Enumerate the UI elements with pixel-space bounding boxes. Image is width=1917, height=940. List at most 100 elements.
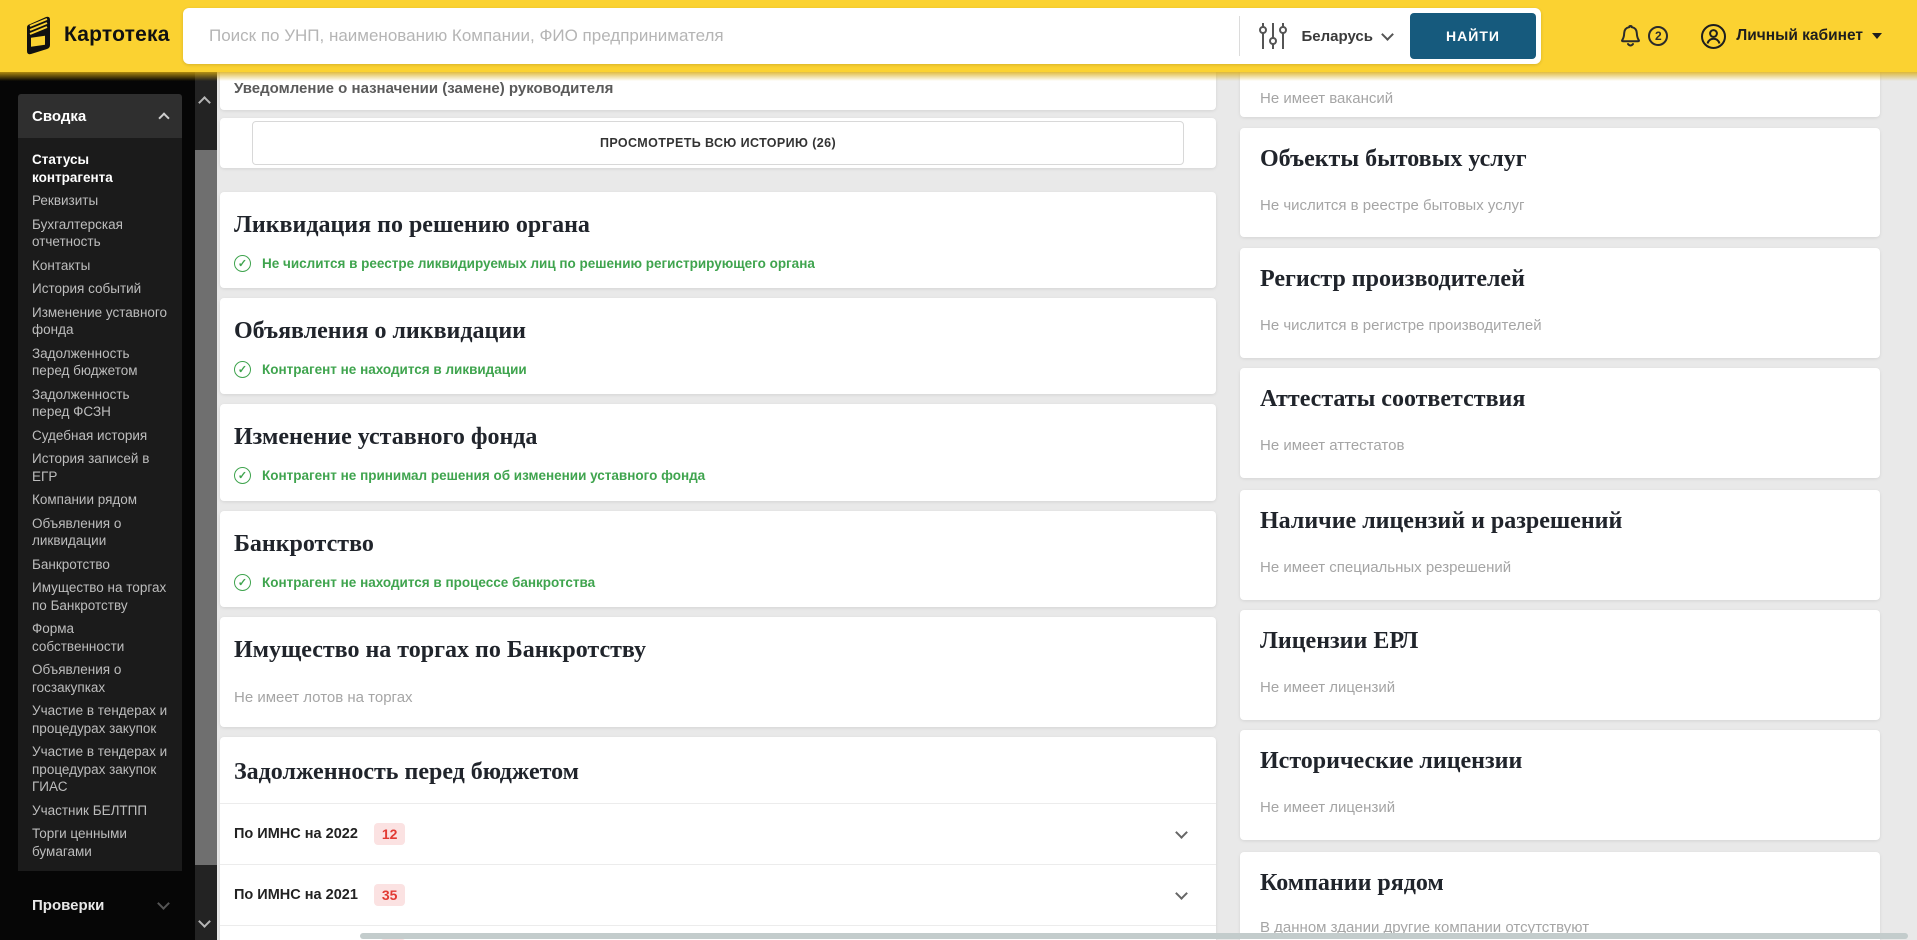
check-circle-icon: ✓: [234, 255, 251, 272]
sidebar-item-kompanii-ryadom[interactable]: Компании рядом: [18, 488, 182, 512]
sidebar-item-imushchestvo-na-torgah[interactable]: Имущество на торгах по Банкротству: [18, 576, 182, 617]
top-header: Картотека Беларусь НАЙТИ 2 Личный кабине…: [0, 0, 1917, 81]
card-title: Изменение уставного фонда: [234, 424, 538, 450]
card-status-text: Не числится в реестре ликвидируемых лиц …: [262, 256, 815, 271]
sidebar-scrollbar[interactable]: [195, 72, 217, 940]
account-label: Личный кабинет: [1736, 27, 1863, 44]
card-status-text: Не имеет лотов на торгах: [234, 689, 413, 706]
card-status-text: Контрагент не находится в ликвидации: [262, 362, 527, 377]
caret-down-icon: [1872, 33, 1882, 39]
sidebar-item-statusy-kontragenta[interactable]: Статусы контрагента: [18, 148, 182, 189]
sidebar-item-sudebnaya-istoriya[interactable]: Судебная история: [18, 424, 182, 448]
search-bar: Беларусь НАЙТИ: [183, 8, 1541, 64]
sidebar-section-label: Сводка: [32, 107, 87, 125]
aside-card-status: Не имеет вакансий: [1260, 90, 1394, 107]
filter-sliders-icon[interactable]: [1258, 22, 1287, 50]
view-all-history-card: ПРОСМОТРЕТЬ ВСЮ ИСТОРИЮ (26): [220, 118, 1216, 168]
sidebar-section-proverki[interactable]: Проверки: [18, 887, 182, 923]
aside-card-title: Лицензии ЕРЛ: [1260, 628, 1419, 654]
card-title: Банкротство: [234, 531, 374, 557]
chevron-down-icon: [1381, 27, 1394, 41]
card-bankruptcy-auctions: Имущество на торгах по Банкротству Не им…: [220, 617, 1216, 727]
chevron-down-icon[interactable]: [1175, 886, 1188, 900]
debt-row-2021[interactable]: По ИМНС на 2021 35: [220, 865, 1216, 926]
bell-icon: [1621, 24, 1641, 46]
sidebar-item-zadolzhennost-byudzhet[interactable]: Задолженность перед бюджетом: [18, 342, 182, 383]
sidebar-item-bankrotstvo[interactable]: Банкротство: [18, 553, 182, 577]
aside-card-title: Исторические лицензии: [1260, 748, 1523, 774]
aside-card-household-services: Объекты бытовых услуг Не числится в реес…: [1240, 128, 1880, 237]
card-budget-debt: Задолженность перед бюджетом По ИМНС на …: [220, 737, 1216, 940]
sidebar: Сводка Статусы контрагента Реквизиты Бух…: [0, 72, 195, 940]
sidebar-item-uchastie-v-tenderah-gias[interactable]: Участие в тендерах и процедурах закупок …: [18, 740, 182, 799]
debt-row-label: По ИМНС на 2021: [234, 887, 358, 903]
aside-card-status: Не числится в регистре производителей: [1260, 317, 1542, 334]
aside-card-title: Объекты бытовых услуг: [1260, 146, 1527, 172]
card-status-text: Контрагент не принимал решения об измене…: [262, 468, 706, 483]
sidebar-item-zadolzhennost-fszn[interactable]: Задолженность перед ФСЗН: [18, 383, 182, 424]
card-title: Задолженность перед бюджетом: [234, 759, 579, 785]
aside-card-title: Наличие лицензий и разрешений: [1260, 508, 1623, 534]
sidebar-item-istoriya-sobytiy[interactable]: История событий: [18, 277, 182, 301]
account-menu[interactable]: Личный кабинет: [1700, 23, 1882, 50]
sidebar-item-kontakty[interactable]: Контакты: [18, 254, 182, 278]
card-title: Имущество на торгах по Банкротству: [234, 637, 647, 663]
debt-count-badge: 35: [373, 884, 406, 906]
sidebar-item-obyavleniya-o-goszakupkah[interactable]: Объявления о госзакупках: [18, 658, 182, 699]
card-charter-fund-change: Изменение уставного фонда ✓ Контрагент н…: [220, 404, 1216, 501]
region-label: Беларусь: [1301, 27, 1374, 45]
search-input[interactable]: [183, 26, 1239, 46]
sidebar-item-izmenenie-ustavnogo-fonda[interactable]: Изменение уставного фонда: [18, 301, 182, 342]
card-title: Ликвидация по решению органа: [234, 212, 590, 238]
card-bankruptcy: Банкротство ✓ Контрагент не находится в …: [220, 511, 1216, 607]
aside-card-title: Регистр производителей: [1260, 266, 1525, 292]
chevron-down-icon[interactable]: [1175, 825, 1188, 839]
sidebar-item-buhgalterskaya-otchetnost[interactable]: Бухгалтерская отчетность: [18, 213, 182, 254]
aside-card-companies-nearby: Компании рядом В данном здании другие ко…: [1240, 852, 1880, 940]
horizontal-scrollbar-thumb[interactable]: [360, 933, 1908, 939]
scroll-down-arrow-icon[interactable]: [198, 915, 211, 928]
scroll-up-arrow-icon[interactable]: [198, 96, 211, 109]
card-liquidation-by-authority: Ликвидация по решению органа ✓ Не числит…: [220, 192, 1216, 288]
aside-card-conformity-certificates: Аттестаты соответствия Не имеет аттестат…: [1240, 368, 1880, 478]
card-status-text: Контрагент не находится в процессе банкр…: [262, 575, 596, 590]
aside-card-historical-licenses: Исторические лицензии Не имеет лицензий: [1240, 730, 1880, 840]
sidebar-item-torgi-cennymi-bumagami[interactable]: Торги ценными бумагами: [18, 822, 182, 863]
aside-card-licenses-permits: Наличие лицензий и разрешений Не имеет с…: [1240, 490, 1880, 600]
aside-card-status: Не имеет аттестатов: [1260, 437, 1405, 454]
sidebar-item-forma-sobstvennosti[interactable]: Форма собственности: [18, 617, 182, 658]
kartoteka-logo[interactable]: Картотека: [22, 15, 170, 55]
card-title: Объявления о ликвидации: [234, 318, 526, 344]
sidebar-scrollbar-thumb[interactable]: [195, 150, 217, 865]
chevron-down-icon: [157, 896, 170, 910]
region-selector[interactable]: Беларусь: [1301, 27, 1394, 45]
debt-row-2022[interactable]: По ИМНС на 2022 12: [220, 804, 1216, 865]
aside-card-status: Не имеет лицензий: [1260, 679, 1396, 696]
aside-card-producers-register: Регистр производителей Не числится в рег…: [1240, 248, 1880, 358]
sidebar-section-svodka[interactable]: Сводка: [18, 94, 182, 138]
aside-card-erl-licenses: Лицензии ЕРЛ Не имеет лицензий: [1240, 610, 1880, 720]
divider: [1238, 16, 1240, 56]
aside-card-status: Не имеет специальных резрешений: [1260, 559, 1512, 576]
view-all-history-button[interactable]: ПРОСМОТРЕТЬ ВСЮ ИСТОРИЮ (26): [252, 121, 1184, 165]
sidebar-item-uchastie-v-tenderah[interactable]: Участие в тендерах и процедурах закупок: [18, 699, 182, 740]
debt-row-label: По ИМНС на 2022: [234, 826, 358, 842]
find-button[interactable]: НАЙТИ: [1410, 13, 1536, 59]
person-circle-icon: [1701, 23, 1727, 49]
logo-text: Картотека: [64, 23, 170, 46]
notification-count-badge: 2: [1648, 26, 1669, 46]
aside-card-title: Аттестаты соответствия: [1260, 386, 1526, 412]
card-liquidation-announcements: Объявления о ликвидации ✓ Контрагент не …: [220, 298, 1216, 394]
notifications[interactable]: 2: [1619, 23, 1669, 50]
sidebar-item-obyavleniya-o-likvidacii[interactable]: Объявления о ликвидации: [18, 512, 182, 553]
sidebar-section-label: Проверки: [32, 896, 105, 914]
aside-card-status: Не числится в реестре бытовых услуг: [1260, 197, 1525, 214]
sidebar-item-uchastnik-beltpp[interactable]: Участник БЕЛТПП: [18, 799, 182, 823]
sidebar-item-istoriya-zapisey-egr[interactable]: История записей в ЕГР: [18, 447, 182, 488]
aside-card-title: Компании рядом: [1260, 870, 1444, 896]
sidebar-submenu: Статусы контрагента Реквизиты Бухгалтерс…: [18, 138, 182, 871]
check-circle-icon: ✓: [234, 574, 251, 591]
sidebar-item-rekvizity[interactable]: Реквизиты: [18, 189, 182, 213]
kartoteka-logo-icon: [27, 16, 50, 55]
aside-card-status: Не имеет лицензий: [1260, 799, 1396, 816]
